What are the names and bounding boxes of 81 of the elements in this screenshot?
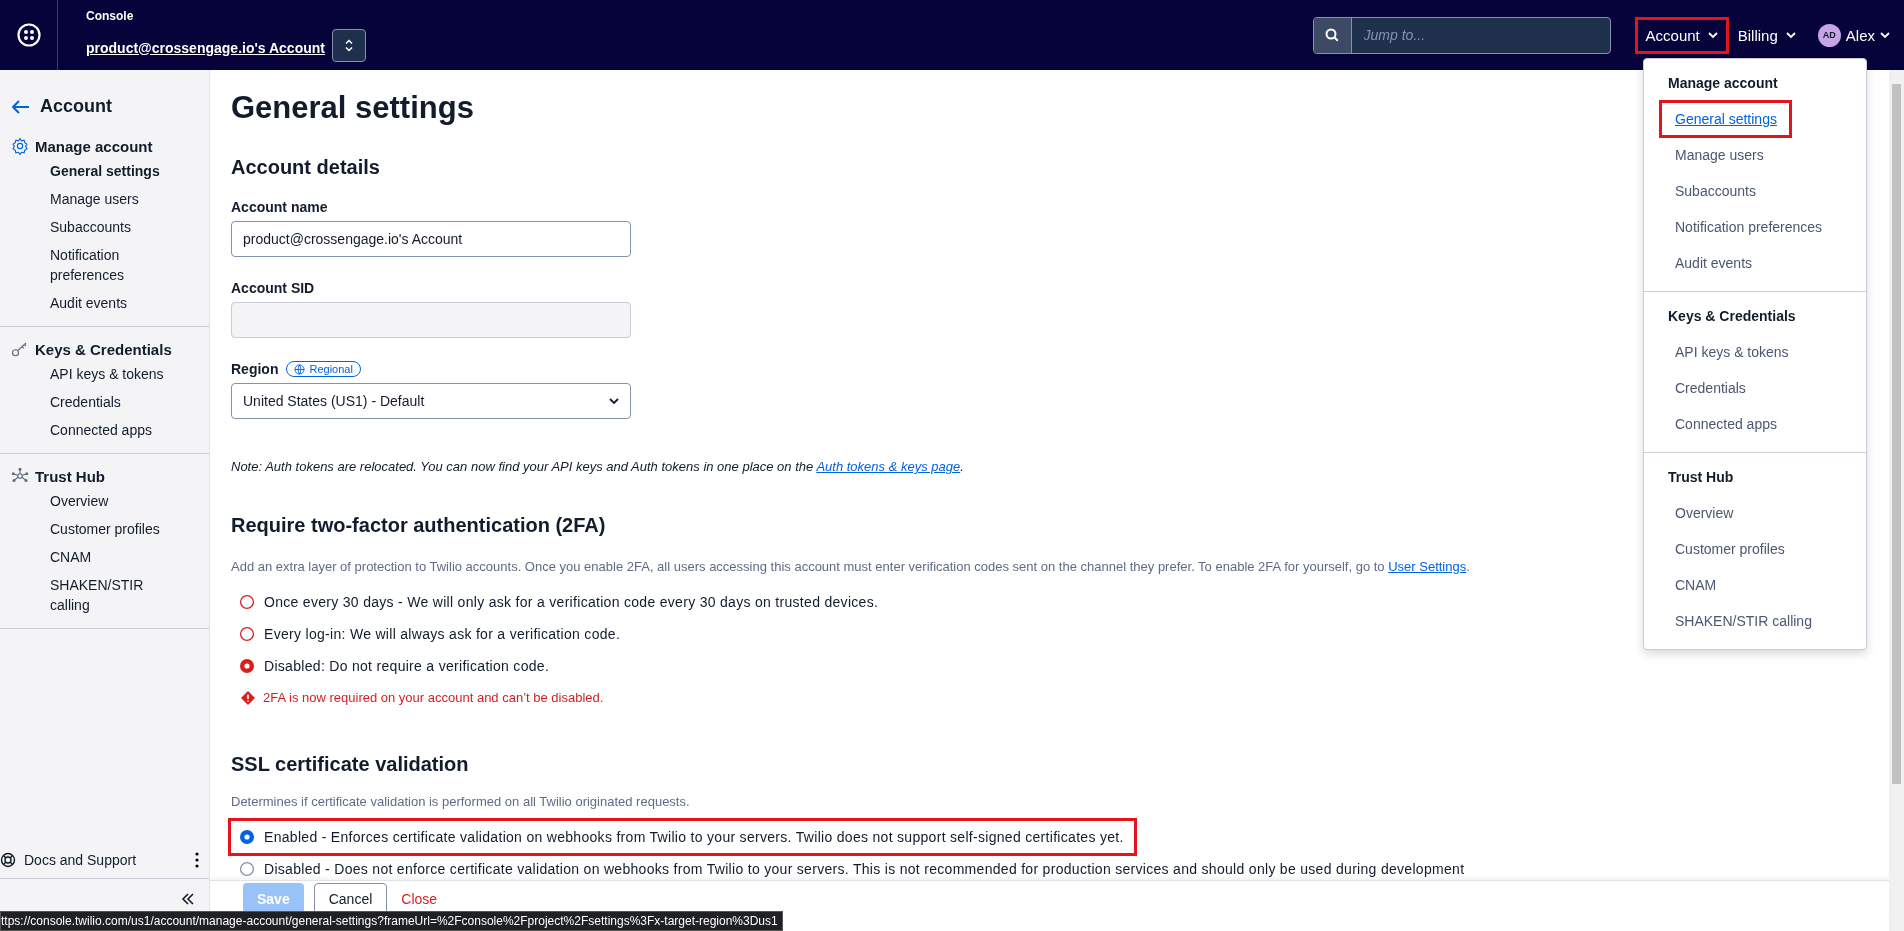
account-name-field[interactable]: product@crossengage.io's Account (231, 221, 631, 257)
gear-icon (11, 137, 29, 155)
network-icon (11, 467, 29, 485)
sidebar-item[interactable]: Manage users (0, 185, 209, 213)
section-description: Determines if certificate validation is performed on all Twilio originated requests. (231, 794, 691, 809)
nav-menu-button[interactable]: Account (1637, 19, 1726, 51)
chevron-down-icon (1785, 31, 1796, 39)
radio-label[interactable]: Enabled - Enforces certificate validation on webhooks from Twilio to your servers. Twilio does not support self-signed certificates yet. (264, 829, 1124, 845)
sidebar-item[interactable]: General settings (0, 157, 209, 185)
chevron-down-icon (1707, 31, 1718, 39)
search-field[interactable]: Jump to... (1312, 16, 1611, 54)
sidebar-item[interactable]: Customer profiles (0, 515, 209, 543)
menu-item[interactable]: SHAKEN/STIR calling (1644, 603, 1866, 639)
sidebar-item[interactable]: SHAKEN/STIR calling (0, 571, 209, 619)
key-icon (11, 340, 29, 358)
sidebar-item[interactable]: Overview (0, 487, 209, 515)
warning-icon (241, 690, 255, 705)
chevron-down-icon (1880, 31, 1890, 39)
menu-section-title: Manage account (1667, 74, 1779, 93)
back-link[interactable]: Account (40, 96, 112, 117)
sidebar-section-title: Trust Hub (35, 467, 105, 485)
user-avatar[interactable]: AD (1817, 23, 1841, 47)
sidebar-item[interactable]: CNAM (0, 543, 209, 571)
field-label: Account name (231, 199, 328, 215)
radio-button[interactable] (239, 829, 255, 845)
status-url: ttps://console.twilio.com/us1/account/manage-account/general-settings?frameUrl=%2Fconsole%2Fproject%2Fsettings%3Fx-target-region%3Dus1 (1, 914, 778, 928)
menu-item[interactable]: Audit events (1644, 245, 1866, 281)
close-button[interactable]: Close (397, 883, 442, 915)
menu-item[interactable]: Subaccounts (1644, 173, 1866, 209)
note-text: Note: Auth tokens are relocated. You can now find your API keys and Auth tokens in one place on the Auth tokens & keys page. (231, 459, 964, 474)
search-input[interactable]: Jump to... (1351, 17, 1610, 53)
chevron-down-icon (609, 397, 619, 405)
search-icon (1325, 28, 1340, 42)
more-options-icon[interactable] (195, 852, 199, 868)
nav-menu-button[interactable]: Billing (1729, 19, 1804, 51)
radio-label[interactable]: Disabled - Does not enforce certificate validation on webhooks from Twilio to your servers. This is not recommended for production services and should only be used during development (264, 861, 1465, 877)
logo-icon[interactable] (16, 23, 41, 47)
up-down-chevron-icon (344, 38, 353, 52)
menu-section-title: Trust Hub (1667, 468, 1735, 487)
sidebar-item[interactable]: Credentials (0, 388, 209, 416)
radio-button[interactable] (239, 658, 255, 674)
menu-item[interactable]: Connected apps (1644, 406, 1866, 442)
menu-section-title: Keys & Credentials (1667, 307, 1797, 326)
field-label: Account SID (231, 280, 315, 296)
menu-item[interactable]: General settings (1662, 103, 1789, 135)
field-label: Region (231, 361, 279, 377)
radio-button[interactable] (239, 626, 255, 642)
sidebar-item[interactable]: Notification preferences (0, 241, 209, 289)
sidebar-section-title: Keys & Credentials (35, 340, 172, 358)
radio-button[interactable] (239, 594, 255, 610)
menu-item[interactable]: Credentials (1644, 370, 1866, 406)
radio-button[interactable] (239, 861, 255, 877)
scrollbar[interactable] (1889, 70, 1904, 931)
page-title: General settings (231, 90, 474, 126)
radio-label[interactable]: Every log-in: We will always ask for a verification code. (264, 626, 621, 642)
product-label: Console (86, 8, 135, 23)
sidebar-item[interactable]: Audit events (0, 289, 209, 317)
user-name[interactable]: Alex (1845, 26, 1875, 44)
back-arrow-icon[interactable] (12, 99, 30, 114)
account-link[interactable]: product@crossengage.io's Account (86, 39, 325, 56)
radio-label[interactable]: Once every 30 days - We will only ask for a verification code every 30 days on trusted devices. (264, 594, 879, 610)
menu-item[interactable]: Overview (1644, 495, 1866, 531)
sidebar-section-title: Manage account (35, 137, 153, 155)
menu-item[interactable]: Notification preferences (1644, 209, 1866, 245)
error-message: 2FA is now required on your account and can’t be disabled. (263, 690, 604, 705)
sidebar-item[interactable]: Subaccounts (0, 213, 209, 241)
collapse-sidebar-icon[interactable] (181, 893, 195, 905)
menu-item[interactable]: CNAM (1644, 567, 1866, 603)
region-select[interactable]: United States (US1) - Default (231, 383, 631, 419)
sidebar-item[interactable]: Connected apps (0, 416, 209, 444)
sidebar-item[interactable]: API keys & tokens (0, 360, 209, 388)
section-heading: Account details (231, 156, 380, 179)
menu-item[interactable]: API keys & tokens (1644, 334, 1866, 370)
account-switcher-button[interactable] (331, 28, 366, 62)
menu-item[interactable]: Customer profiles (1644, 531, 1866, 567)
section-heading: SSL certificate validation (231, 753, 469, 776)
menu-item[interactable]: Manage users (1644, 137, 1866, 173)
lifebuoy-icon (0, 852, 16, 868)
section-heading: Require two-factor authentication (2FA) (231, 514, 606, 537)
radio-label[interactable]: Disabled: Do not require a verification code. (264, 658, 550, 674)
docs-support-link[interactable]: Docs and Support (24, 852, 187, 868)
